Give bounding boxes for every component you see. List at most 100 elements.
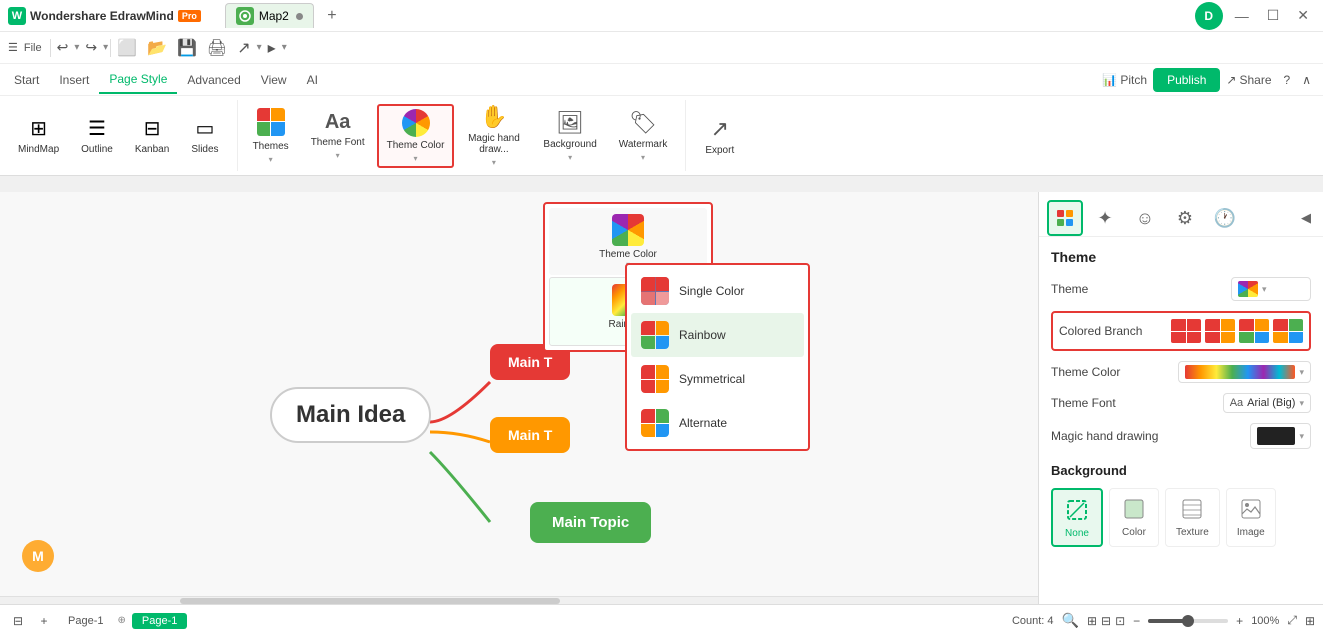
rp-tab-sparkle[interactable]: ✦ [1087, 200, 1123, 236]
ribbon-export[interactable]: ↗ Export [695, 113, 744, 159]
branch-opt-4[interactable] [1273, 319, 1303, 343]
plus-zoom-btn[interactable]: + [1236, 614, 1243, 628]
undo-btn[interactable]: ↩ [53, 37, 73, 58]
file-menu[interactable]: File [24, 42, 42, 54]
collapse-btn[interactable]: ∧ [1302, 73, 1311, 87]
zoom-out-icon[interactable]: 🔍 [1062, 612, 1079, 629]
h-scrollbar[interactable] [0, 596, 1038, 604]
bg-texture-btn[interactable]: Texture [1165, 488, 1220, 547]
view-btn2[interactable]: ⊟ [1101, 614, 1111, 628]
minimize-btn[interactable]: — [1229, 6, 1255, 26]
theme-font-icon: Aa [325, 111, 351, 134]
ribbon-theme-font[interactable]: Aa Theme Font ▾ [301, 108, 375, 163]
magic-hand-icon: ✋ [480, 104, 507, 130]
theme-color-dropdown-arrow: ▾ [1299, 367, 1304, 378]
nav-page-style[interactable]: Page Style [99, 66, 177, 94]
share-btn[interactable]: ↗ Share [1226, 73, 1271, 87]
zoom-slider[interactable] [1148, 619, 1228, 623]
fullscreen-btn[interactable]: ⤢ [1287, 613, 1297, 628]
theme-color-gradient [1185, 365, 1295, 379]
branch-opt-3[interactable] [1239, 319, 1269, 343]
page-active-tab[interactable]: Page-1 [132, 613, 187, 629]
theme-dropdown[interactable]: ▾ [1231, 277, 1311, 301]
ribbon-themes[interactable]: Themes ▾ [243, 105, 299, 167]
help-btn[interactable]: ? [1278, 71, 1297, 89]
page-1-tab-inactive[interactable]: Page-1 [60, 613, 111, 629]
ribbon-slides[interactable]: ▭ Slides [181, 113, 228, 158]
close-btn[interactable]: ✕ [1291, 5, 1315, 26]
symmetrical-item[interactable]: Symmetrical [631, 357, 804, 401]
bg-image-btn[interactable]: Image [1226, 488, 1276, 547]
branch-opt-2[interactable] [1205, 319, 1235, 343]
nav-advanced[interactable]: Advanced [177, 67, 250, 93]
ribbon-magic-hand[interactable]: ✋ Magic hand draw... ▾ [456, 101, 531, 170]
more-btn[interactable]: ▸ [264, 36, 280, 60]
rp-tab-theme[interactable] [1047, 200, 1083, 236]
toolbar-group-app: ☰ File [8, 41, 42, 54]
more-arrow[interactable]: ▾ [282, 42, 287, 53]
status-icon1[interactable]: ⊟ [8, 611, 28, 631]
ribbon-watermark[interactable]: 🏷 Watermark ▾ [609, 107, 678, 165]
ribbon-group-export: ↗ Export [691, 100, 744, 171]
status-icon2[interactable]: + [34, 611, 54, 631]
main-idea-label: Main Idea [296, 401, 405, 428]
magic-drawing-control[interactable]: ▾ [1250, 423, 1311, 449]
ribbon-mindmap[interactable]: ⊞ MindMap [8, 113, 69, 158]
redo-btn[interactable]: ↪ [81, 37, 101, 58]
alternate-item[interactable]: Alternate [631, 401, 804, 445]
user-avatar[interactable]: D [1195, 2, 1223, 30]
hamburger-menu[interactable]: ☰ [8, 41, 18, 54]
save-btn[interactable]: 💾 [173, 36, 201, 60]
branch-opt-1[interactable] [1171, 319, 1201, 343]
topic-3-node[interactable]: Main Topic [530, 502, 651, 543]
theme-row: Theme ▾ [1051, 277, 1311, 301]
bg-none-btn[interactable]: None [1051, 488, 1103, 547]
nav-ai[interactable]: AI [297, 67, 328, 93]
rainbow-label: Rainbow [679, 328, 726, 342]
page-add-icon[interactable]: ⊕ [117, 615, 125, 626]
nav-view[interactable]: View [251, 67, 297, 93]
export-quick-btn[interactable]: ↗ [233, 36, 254, 60]
new-btn[interactable]: ⬜ [113, 36, 141, 60]
add-tab-btn[interactable]: + [320, 4, 344, 28]
zoom-thumb[interactable] [1182, 615, 1194, 627]
redo-arrow[interactable]: ▾ [103, 42, 108, 53]
theme-color-control[interactable]: ▾ [1178, 361, 1311, 383]
print-btn[interactable]: 🖨 [203, 36, 231, 60]
view-btn3[interactable]: ⊡ [1115, 614, 1125, 628]
pitch-btn[interactable]: 📊 Pitch [1102, 73, 1147, 87]
rp-tab-clock[interactable]: 🕐 [1207, 200, 1243, 236]
bg-color-btn[interactable]: Color [1109, 488, 1159, 547]
ribbon-background[interactable]: 🖼 Background ▾ [533, 107, 606, 165]
undo-arrow[interactable]: ▾ [74, 42, 79, 53]
open-btn[interactable]: 📂 [143, 36, 171, 60]
pro-badge: Pro [178, 10, 201, 22]
theme-swatch [1238, 281, 1258, 297]
rainbow-item[interactable]: Rainbow [631, 313, 804, 357]
ribbon-theme-color[interactable]: Theme Color ▾ [377, 104, 455, 168]
theme-font-icon-small: Aa [1230, 397, 1243, 409]
rp-tab-gear[interactable]: ⚙ [1167, 200, 1203, 236]
export-arrow[interactable]: ▾ [257, 42, 262, 53]
minus-zoom-btn[interactable]: − [1133, 614, 1140, 628]
theme-color-sub-icon [612, 214, 644, 246]
rp-tab-emoji[interactable]: ☺ [1127, 200, 1163, 236]
maximize-btn[interactable]: ☐ [1261, 5, 1286, 26]
main-idea-node[interactable]: Main Idea [270, 387, 431, 443]
logo-icon: W [8, 7, 26, 25]
nav-start[interactable]: Start [4, 67, 49, 93]
ribbon-outline[interactable]: ☰ Outline [71, 113, 123, 158]
active-tab[interactable]: Map2 [225, 3, 314, 28]
single-color-item[interactable]: Single Color [631, 269, 804, 313]
theme-font-control[interactable]: Aa Arial (Big) ▾ [1223, 393, 1311, 413]
canvas-area[interactable]: Main Idea Main T Main T Main Topic M [0, 192, 1038, 604]
ribbon-kanban[interactable]: ⊟ Kanban [125, 113, 179, 158]
export-label: Export [705, 145, 734, 156]
rp-collapse-btn[interactable]: ◀ [1297, 206, 1315, 230]
expand-btn[interactable]: ⊞ [1305, 614, 1315, 628]
nav-insert[interactable]: Insert [49, 67, 99, 93]
topic-2-node[interactable]: Main T [490, 417, 570, 453]
colored-branch-options [1171, 319, 1303, 343]
publish-btn[interactable]: Publish [1153, 68, 1220, 92]
fit-view-btn[interactable]: ⊞ [1087, 614, 1097, 628]
